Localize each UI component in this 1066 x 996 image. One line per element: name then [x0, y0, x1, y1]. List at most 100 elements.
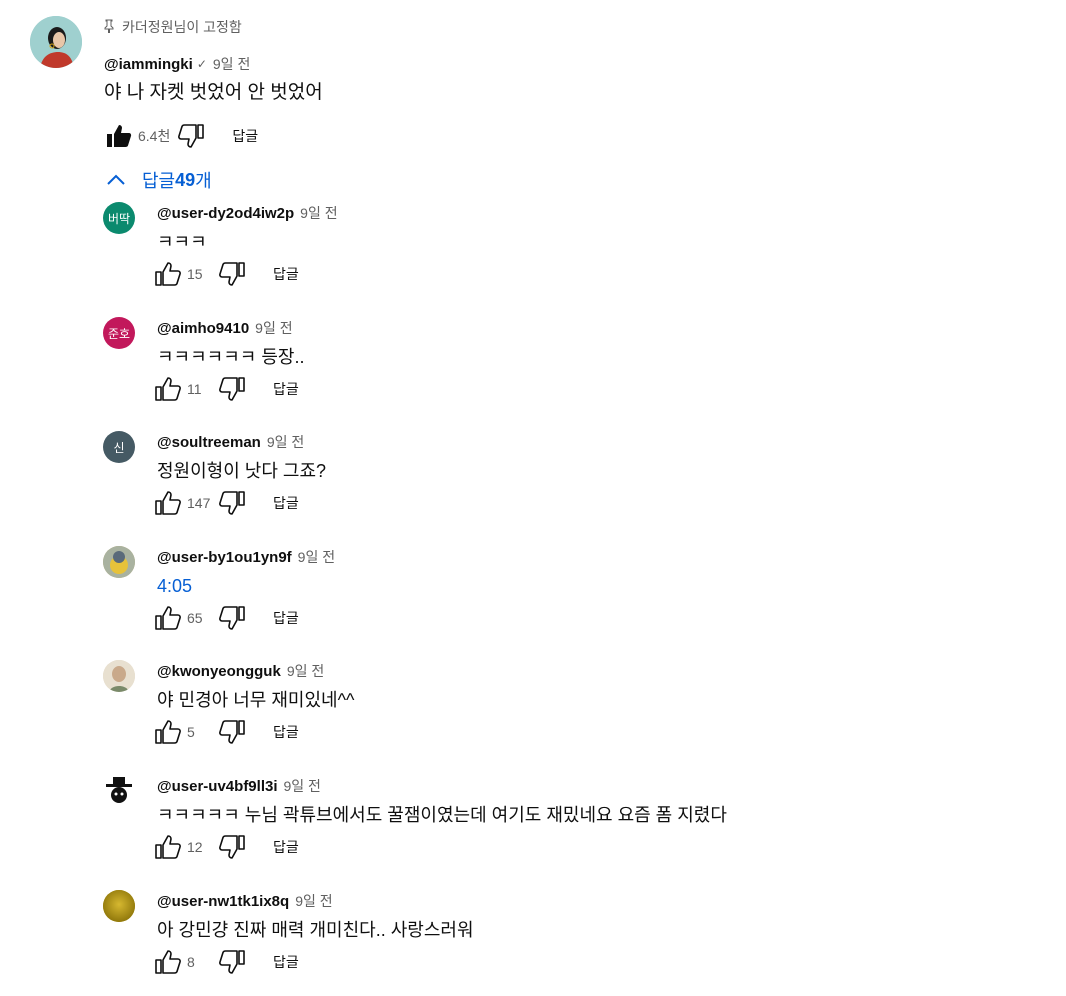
reply-comment: 버딱 @user-dy2od4iw2p 9일 전 ㅋㅋㅋ 15 답글: [103, 202, 1043, 316]
comment-text: ㅋㅋㅋ: [157, 232, 207, 252]
comment-text: ㅋㅋㅋㅋㅋ 누님 곽튜브에서도 꿀잼이였는데 여기도 재밌네요 요즘 폼 지렸다: [157, 805, 727, 825]
like-icon[interactable]: [153, 603, 183, 633]
comment-actions: 8 답글: [153, 946, 305, 978]
avatar[interactable]: 신: [103, 431, 135, 463]
avatar[interactable]: [103, 660, 135, 692]
comment-header: @user-uv4bf9ll3i 9일 전: [157, 775, 1037, 797]
comment-time[interactable]: 9일 전: [284, 776, 321, 796]
comment-time[interactable]: 9일 전: [267, 432, 304, 452]
like-count: 6.4천: [138, 128, 171, 144]
dislike-icon[interactable]: [176, 121, 206, 151]
avatar-image: [103, 890, 135, 922]
like-count: 15: [187, 266, 203, 282]
dislike-icon[interactable]: [217, 603, 247, 633]
comment-header: @aimho9410 9일 전: [157, 317, 1037, 339]
replies-toggle-prefix: 답글: [142, 171, 176, 191]
comment-text: 아 강민걍 진짜 매력 개미친다.. 사랑스러워: [157, 920, 474, 940]
comment-actions: 12 답글: [153, 831, 305, 863]
comment-time[interactable]: 9일 전: [300, 203, 337, 223]
dislike-icon[interactable]: [217, 259, 247, 289]
comment-actions: 5 답글: [153, 716, 305, 748]
like-icon[interactable]: [153, 374, 183, 404]
avatar[interactable]: [30, 16, 82, 68]
like-icon[interactable]: [153, 947, 183, 977]
like-icon[interactable]: [153, 717, 183, 747]
replies-toggle-suffix: 개: [195, 171, 212, 191]
comment-text: 야 민경아 너무 재미있네^^: [157, 690, 355, 710]
avatar[interactable]: [103, 775, 135, 807]
reply-comment: @user-nw1tk1ix8q 9일 전 아 강민걍 진짜 매력 개미친다..…: [103, 890, 1043, 996]
comment-time[interactable]: 9일 전: [295, 891, 332, 911]
reply-button[interactable]: 답글: [267, 948, 305, 976]
like-icon[interactable]: [153, 488, 183, 518]
like-count: 11: [187, 381, 202, 397]
like-filled-icon[interactable]: [104, 121, 134, 151]
reply-comment: @user-uv4bf9ll3i 9일 전 ㅋㅋㅋㅋㅋ 누님 곽튜브에서도 꿀잼…: [103, 775, 1043, 889]
comment-time[interactable]: 9일 전: [298, 547, 335, 567]
reply-comment: 준호 @aimho9410 9일 전 ㅋㅋㅋㅋㅋㅋ 등장.. 11 답글: [103, 317, 1043, 431]
comment-actions: 65 답글: [153, 602, 305, 634]
reply-button[interactable]: 답글: [267, 833, 305, 861]
comment-author[interactable]: @user-by1ou1yn9f: [157, 549, 292, 566]
like-icon[interactable]: [153, 832, 183, 862]
comment-actions: 147 답글: [153, 487, 305, 519]
avatar[interactable]: [103, 890, 135, 922]
comment-header: @user-nw1tk1ix8q 9일 전: [157, 890, 1037, 912]
comment-author[interactable]: @kwonyeongguk: [157, 663, 281, 680]
comment-time[interactable]: 9일 전: [255, 318, 292, 338]
reply-comment: @kwonyeongguk 9일 전 야 민경아 너무 재미있네^^ 5 답글: [103, 660, 1043, 774]
comment-text: 정원이형이 낫다 그죠?: [157, 461, 327, 481]
avatar-image: [30, 16, 82, 68]
dislike-icon[interactable]: [217, 832, 247, 862]
comment-header: @kwonyeongguk 9일 전: [157, 660, 1037, 682]
like-count: 12: [187, 839, 203, 855]
reply-comment: @user-by1ou1yn9f 9일 전 4:05 65 답글: [103, 546, 1043, 660]
reply-button[interactable]: 답글: [267, 489, 305, 517]
comment-author[interactable]: @soultreeman: [157, 434, 261, 451]
verified-icon: ✓: [196, 57, 207, 71]
comment-header: @soultreeman 9일 전: [157, 431, 1037, 453]
reply-button[interactable]: 답글: [267, 604, 305, 632]
timestamp-link[interactable]: 4:05: [157, 573, 1037, 599]
comment-author[interactable]: @user-dy2od4iw2p: [157, 205, 294, 222]
comment-time[interactable]: 9일 전: [213, 54, 250, 74]
avatar-image: [103, 546, 135, 578]
pin-icon: [104, 19, 114, 36]
reply-comment: 신 @soultreeman 9일 전 정원이형이 낫다 그죠? 147 답글: [103, 431, 1043, 545]
reply-button[interactable]: 답글: [267, 260, 305, 288]
dislike-icon[interactable]: [217, 947, 247, 977]
comment-time[interactable]: 9일 전: [287, 661, 324, 681]
avatar[interactable]: 준호: [103, 317, 135, 349]
comment-actions: 11 답글: [153, 373, 305, 405]
replies-toggle-count: 49: [175, 169, 196, 190]
dislike-icon[interactable]: [217, 488, 247, 518]
reply-button[interactable]: 답글: [226, 122, 264, 150]
like-count: 8: [187, 954, 195, 970]
dislike-icon[interactable]: [217, 374, 247, 404]
reply-button[interactable]: 답글: [267, 718, 305, 746]
like-count: 5: [187, 724, 195, 740]
comment-header: @user-by1ou1yn9f 9일 전: [157, 546, 1037, 568]
comment-actions: 15 답글: [153, 258, 305, 290]
comment-header: @user-dy2od4iw2p 9일 전: [157, 202, 1037, 224]
comment-text: ㅋㅋㅋㅋㅋㅋ 등장..: [157, 347, 305, 367]
like-count: 147: [187, 495, 211, 511]
comment-author[interactable]: @user-nw1tk1ix8q: [157, 893, 289, 910]
like-count: 65: [187, 610, 203, 626]
avatar[interactable]: 버딱: [103, 202, 135, 234]
comment-author[interactable]: @iammingki: [104, 56, 193, 73]
comment-author[interactable]: @aimho9410: [157, 320, 249, 337]
chevron-up-icon: [106, 174, 126, 186]
avatar-image: [103, 775, 135, 807]
comment-text: 야 나 자켓 벗었어 안 벗었어: [104, 82, 323, 103]
pinned-indicator: 카더정원님이 고정함: [104, 16, 1004, 38]
dislike-icon[interactable]: [217, 717, 247, 747]
avatar[interactable]: [103, 546, 135, 578]
replies-toggle-button[interactable]: 답글 49 개: [106, 165, 212, 195]
comment-author[interactable]: @user-uv4bf9ll3i: [157, 778, 278, 795]
reply-button[interactable]: 답글: [267, 375, 305, 403]
comment-actions: 6.4천 답글: [104, 120, 264, 152]
like-icon[interactable]: [153, 259, 183, 289]
comment-header: @iammingki ✓ 9일 전: [104, 52, 250, 76]
pinned-label: 카더정원님이 고정함: [122, 19, 242, 35]
